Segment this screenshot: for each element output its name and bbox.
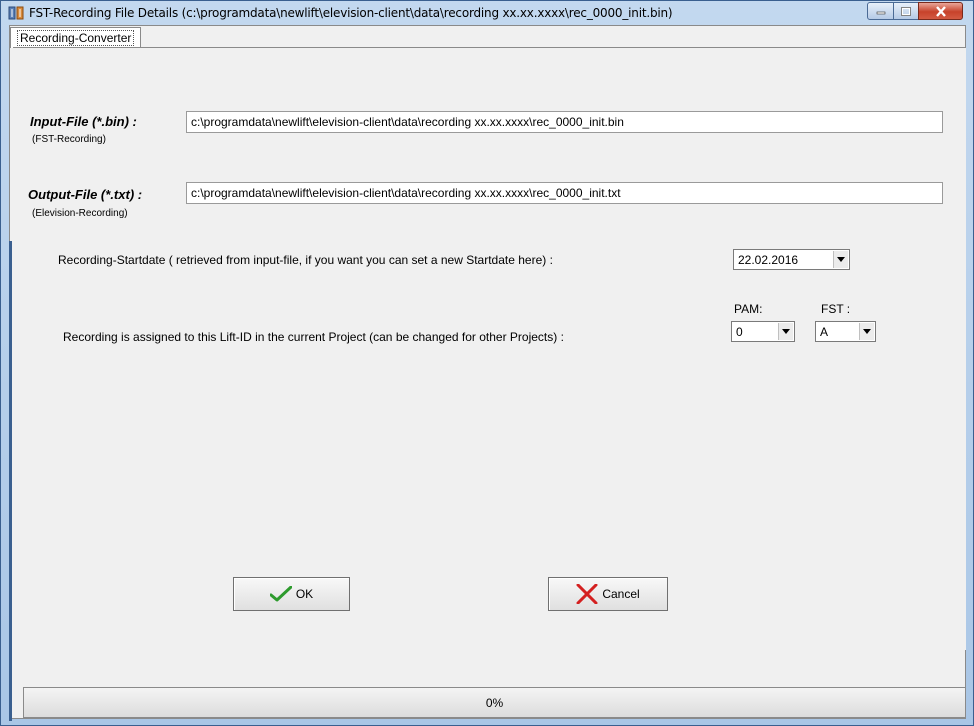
maximize-icon	[901, 6, 911, 16]
input-file-field[interactable]: c:\programdata\newlift\elevision-client\…	[186, 111, 943, 133]
close-icon	[935, 5, 946, 17]
input-file-label: Input-File (*.bin) :	[30, 114, 137, 129]
fst-value: A	[820, 325, 829, 339]
progress-bar: 0%	[23, 687, 966, 718]
input-file-sublabel: (FST-Recording)	[32, 134, 106, 145]
startdate-label: Recording-Startdate ( retrieved from inp…	[58, 253, 553, 267]
maximize-button[interactable]	[893, 2, 919, 20]
pam-value: 0	[736, 325, 743, 339]
fst-label: FST :	[821, 302, 851, 316]
progress-text: 0%	[485, 695, 504, 710]
cancel-button[interactable]: Cancel	[548, 577, 668, 611]
chevron-down-icon[interactable]	[833, 251, 848, 268]
tab-panel	[13, 47, 966, 650]
close-x-icon	[576, 584, 598, 604]
close-button[interactable]	[918, 2, 963, 20]
window-left-edge	[9, 241, 12, 721]
window-title: FST-Recording File Details (c:\programda…	[29, 6, 673, 20]
ok-button[interactable]: OK	[233, 577, 350, 611]
minimize-button[interactable]	[867, 2, 894, 20]
checkmark-icon	[269, 586, 292, 602]
tab-label: Recording-Converter	[17, 30, 135, 46]
output-file-sublabel: (Elevision-Recording)	[32, 208, 128, 219]
fst-dropdown[interactable]: A	[815, 321, 876, 342]
minimize-icon	[876, 11, 885, 15]
cancel-label: Cancel	[602, 587, 640, 601]
chevron-down-icon[interactable]	[778, 323, 793, 340]
app-icon	[8, 6, 24, 20]
startdate-value: 22.02.2016	[738, 253, 799, 267]
title-bar[interactable]: FST-Recording File Details (c:\programda…	[1, 1, 973, 25]
output-file-field[interactable]: c:\programdata\newlift\elevision-client\…	[186, 182, 943, 204]
pam-dropdown[interactable]: 0	[731, 321, 795, 342]
lift-assignment-label: Recording is assigned to this Lift-ID in…	[63, 330, 564, 344]
tab-recording-converter[interactable]: Recording-Converter	[10, 27, 142, 48]
main-window: FST-Recording File Details (c:\programda…	[0, 0, 974, 726]
ok-label: OK	[295, 587, 314, 601]
startdate-dropdown[interactable]: 22.02.2016	[733, 249, 850, 270]
chevron-down-icon[interactable]	[859, 323, 874, 340]
output-file-label: Output-File (*.txt) :	[28, 187, 143, 202]
pam-label: PAM:	[734, 302, 763, 316]
